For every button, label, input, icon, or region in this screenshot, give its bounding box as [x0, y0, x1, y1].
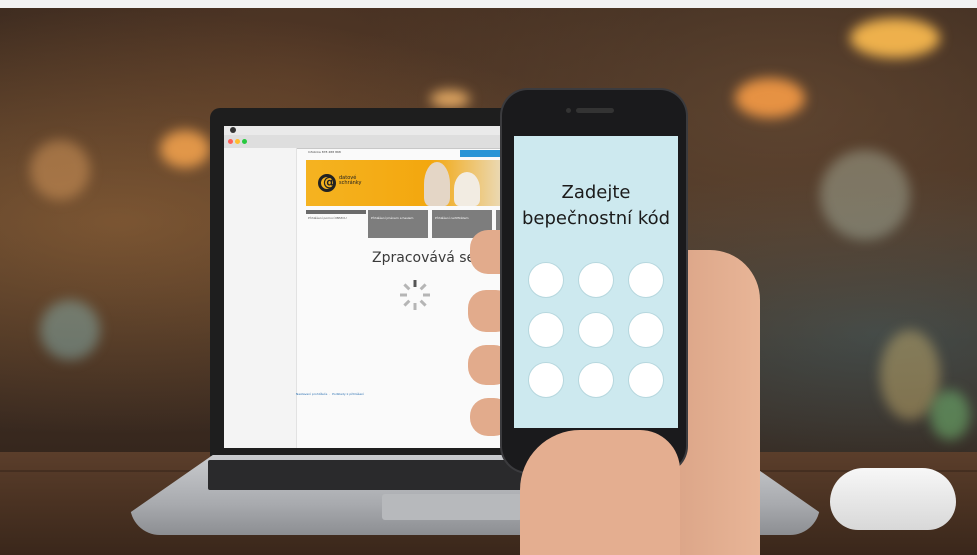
bokeh-light [430, 90, 470, 108]
bokeh-light [930, 390, 970, 440]
logo-text: datové schránky [339, 176, 362, 186]
footer-links: Nastavení prohlížeče · Podklady k přihlá… [296, 392, 365, 396]
bokeh-light [735, 78, 805, 118]
processing-text: Zpracovává se [372, 250, 476, 266]
spinner-icon [400, 280, 430, 310]
person-image [454, 172, 480, 206]
pin-dot[interactable] [528, 312, 564, 348]
camera-icon [566, 108, 571, 113]
pin-dot[interactable] [578, 312, 614, 348]
hotline-text: Infolinka 878 488 868 [308, 150, 341, 154]
tile-password-login[interactable]: Přihlášení jménem a heslem [368, 210, 428, 238]
menu-header [306, 210, 366, 214]
laptop-display: Infolinka 878 488 868 @ datové schránky … [224, 126, 514, 448]
pin-dot[interactable] [528, 262, 564, 298]
tile-label: Přihlášení certifikátem [435, 216, 469, 220]
bokeh-light [40, 300, 100, 360]
menu-item[interactable]: Přihlášení pomocí IBEZCU [308, 216, 366, 220]
hand-thumb [520, 430, 680, 555]
bokeh-light [30, 140, 90, 200]
logo-text-line-2: schránky [339, 180, 362, 186]
prompt-line-1: Zadejte [561, 182, 631, 203]
minimize-dot-icon[interactable] [235, 139, 240, 144]
bokeh-light [850, 18, 940, 58]
pin-dot[interactable] [578, 362, 614, 398]
scene: Infolinka 878 488 868 @ datové schránky … [0, 0, 977, 555]
zoom-dot-icon[interactable] [242, 139, 247, 144]
pin-dot[interactable] [528, 362, 564, 398]
page-sidebar [224, 148, 297, 448]
laptop-touchpad [382, 494, 522, 520]
bokeh-light [820, 150, 910, 240]
hero-banner [306, 160, 514, 206]
pin-dot[interactable] [628, 362, 664, 398]
tile-label: Přihlášení jménem a heslem [371, 216, 414, 220]
menu-bar [224, 126, 514, 135]
bokeh-light [160, 130, 210, 168]
pin-dot[interactable] [628, 312, 664, 348]
close-dot-icon[interactable] [228, 139, 233, 144]
pin-dot[interactable] [628, 262, 664, 298]
speaker-grille [576, 108, 614, 113]
footer-link-docs[interactable]: Podklady k přihlášení [332, 392, 364, 396]
laptop-keyboard [208, 460, 528, 490]
prompt-line-2: bepečnostní kód [521, 208, 671, 229]
computer-mouse [830, 468, 956, 530]
browser-toolbar [224, 135, 514, 149]
apple-icon [230, 127, 236, 133]
logo-at-icon: @ [323, 175, 336, 190]
pin-dot[interactable] [578, 262, 614, 298]
top-strip [0, 0, 977, 8]
footer-link-browser[interactable]: Nastavení prohlížeče [296, 392, 327, 396]
person-image [424, 162, 450, 206]
security-code-prompt: Zadejte bepečnostní kód [514, 180, 678, 232]
